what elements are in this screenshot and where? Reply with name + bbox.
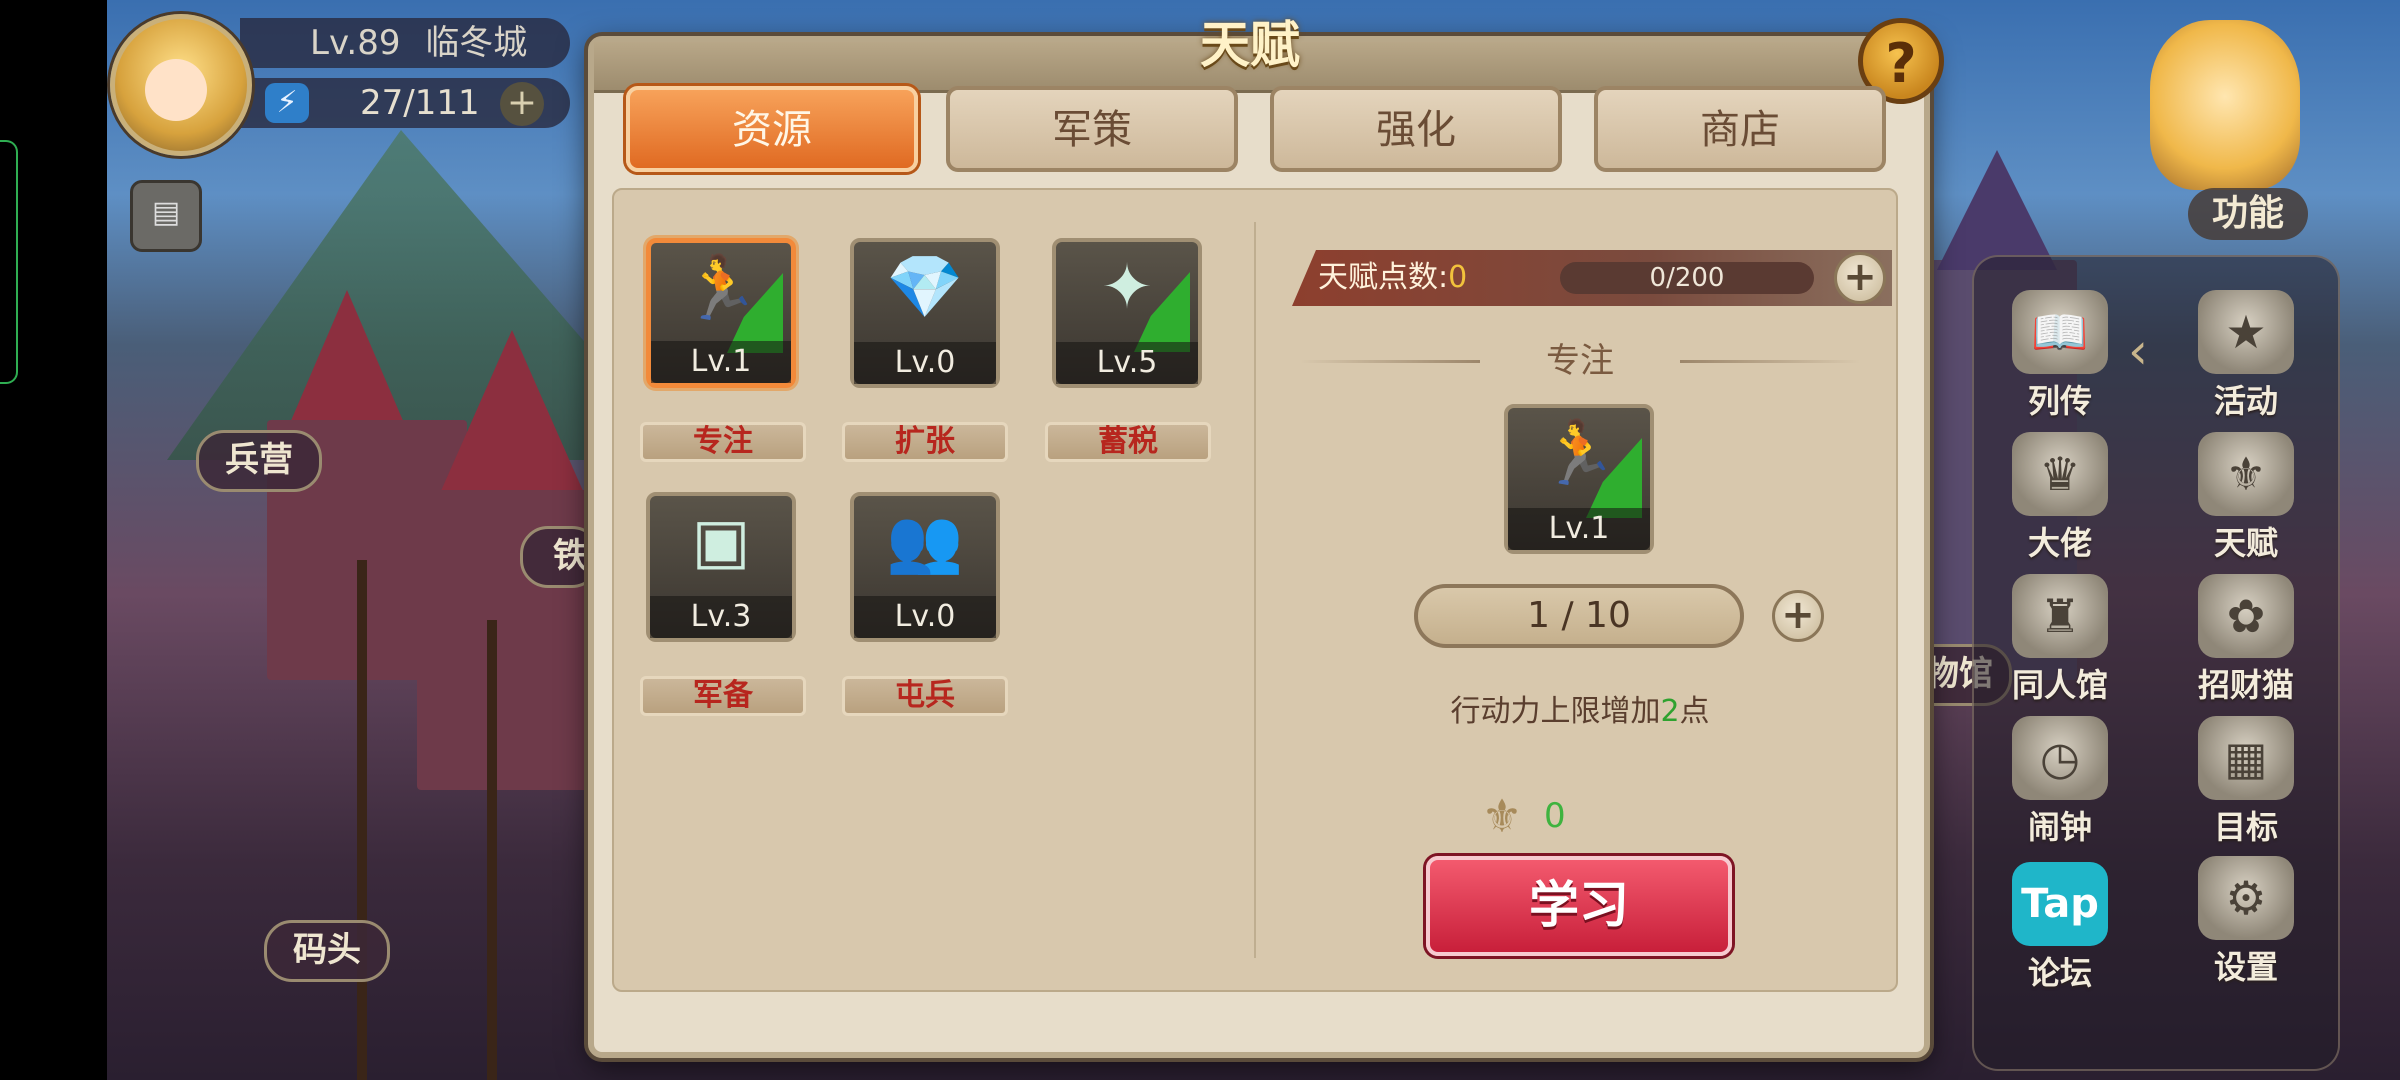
- mascot-girl[interactable]: [2150, 20, 2300, 190]
- ship-mast: [357, 560, 367, 1080]
- talent-slot-expand[interactable]: 💎 Lv.0: [850, 238, 1000, 388]
- player-level: Lv.89: [310, 23, 401, 63]
- func-item-boss[interactable]: ♛ 大佬: [1990, 432, 2130, 562]
- talent-cost-icon: ⚜: [1481, 789, 1523, 843]
- func-label: 大佬: [2027, 524, 2092, 562]
- func-label: 列传: [2027, 382, 2092, 420]
- talent-cost-value: 0: [1544, 796, 1566, 836]
- func-item-activity[interactable]: ★ 活动: [2176, 290, 2316, 420]
- tab-enhance[interactable]: 强化: [1270, 86, 1562, 172]
- roof-decoration: [1937, 150, 2057, 270]
- gear-icon: ⚙: [2198, 856, 2294, 940]
- func-item-settings[interactable]: ⚙ 设置: [2176, 856, 2316, 986]
- map-label-dock[interactable]: 码头: [264, 920, 390, 982]
- content-divider: [1254, 222, 1256, 958]
- crystals-icon: 💎: [886, 250, 964, 323]
- talent-level: Lv.3: [650, 596, 792, 638]
- edge-indicator: [0, 140, 18, 384]
- talent-name: 扩张: [842, 422, 1008, 462]
- add-level-button[interactable]: +: [1772, 590, 1824, 642]
- func-item-gallery[interactable]: ♜ 同人馆: [1990, 574, 2130, 704]
- talent-slot-focus[interactable]: 🏃 Lv.1: [646, 238, 796, 388]
- learn-button[interactable]: 学习: [1426, 856, 1732, 956]
- points-label-text: 天赋点数:: [1318, 260, 1449, 295]
- player-level-bar: Lv.89 临冬城: [240, 18, 570, 68]
- points-value: 0: [1448, 260, 1468, 295]
- tab-resources[interactable]: 资源: [626, 86, 918, 172]
- boss-icon: ♛: [2012, 432, 2108, 516]
- func-label: 目标: [2213, 808, 2278, 846]
- func-label: 闹钟: [2027, 808, 2092, 846]
- avatar-face: [145, 59, 207, 121]
- func-item-forum[interactable]: Tap 论坛: [1990, 862, 2130, 992]
- target-scroll-icon: ▦: [2198, 716, 2294, 800]
- detail-title: 专注: [1546, 341, 1614, 381]
- talent-slot-tax[interactable]: ✦ Lv.5: [1052, 238, 1202, 388]
- func-label: 论坛: [2027, 954, 2092, 992]
- talent-slot-armament[interactable]: ▣ Lv.3: [646, 492, 796, 642]
- desc-number: 2: [1660, 694, 1680, 729]
- talent-level: Lv.1: [651, 341, 791, 383]
- func-item-alarm[interactable]: ◷ 闹钟: [1990, 716, 2130, 846]
- talent-level: Lv.0: [854, 596, 996, 638]
- talent-name: 蓄税: [1045, 422, 1211, 462]
- add-energy-button[interactable]: +: [500, 82, 544, 126]
- talent-points-label: 天赋点数:0: [1318, 250, 1467, 306]
- points-progress: 0/200: [1560, 262, 1814, 294]
- tab-shop[interactable]: 商店: [1594, 86, 1886, 172]
- clock-icon: ◷: [2012, 716, 2108, 800]
- add-points-button[interactable]: +: [1834, 252, 1886, 304]
- func-label: 天赋: [2213, 524, 2278, 562]
- star-badge-icon: ★: [2198, 290, 2294, 374]
- castle-icon: ♜: [2012, 574, 2108, 658]
- energy-value: 27/111: [360, 83, 480, 123]
- running-figure-icon: 🏃: [682, 251, 760, 324]
- func-label: 同人馆: [2011, 666, 2108, 704]
- level-progress: 1 / 10: [1414, 584, 1744, 648]
- scroll-icon[interactable]: ▤: [130, 180, 202, 252]
- running-figure-icon: 🏃: [1540, 416, 1618, 489]
- func-label: 活动: [2213, 382, 2278, 420]
- map-label-barracks[interactable]: 兵营: [196, 430, 322, 492]
- player-city: 临冬城: [425, 23, 528, 63]
- detail-talent-icon: 🏃 Lv.1: [1504, 404, 1654, 554]
- player-avatar[interactable]: [110, 14, 252, 156]
- treasure-chest-icon: ▣: [691, 504, 751, 577]
- talent-description: 行动力上限增加2点: [1300, 686, 1860, 730]
- chevron-left-icon[interactable]: ‹: [2128, 322, 2148, 380]
- lucky-cat-icon: ✿: [2198, 574, 2294, 658]
- talent-name: 专注: [640, 422, 806, 462]
- func-item-lucky-cat[interactable]: ✿ 招财猫: [2176, 574, 2316, 704]
- talent-icon: ⚜: [2198, 432, 2294, 516]
- talent-name: 屯兵: [842, 676, 1008, 716]
- desc-suffix: 点: [1679, 694, 1710, 729]
- dialog-title: 天赋: [1200, 16, 1300, 74]
- taptap-icon: Tap: [2012, 862, 2108, 946]
- talent-level: Lv.0: [854, 342, 996, 384]
- function-title[interactable]: 功能: [2188, 188, 2308, 240]
- func-item-target[interactable]: ▦ 目标: [2176, 716, 2316, 846]
- talent-name: 军备: [640, 676, 806, 716]
- func-label: 设置: [2213, 948, 2278, 986]
- book-icon: 📖: [2012, 290, 2108, 374]
- detail-level: Lv.1: [1508, 508, 1650, 550]
- soldiers-icon: 👥: [886, 504, 964, 577]
- talent-level: Lv.5: [1056, 342, 1198, 384]
- talent-slot-garrison[interactable]: 👥 Lv.0: [850, 492, 1000, 642]
- coins-icon: ✦: [1101, 250, 1153, 323]
- func-item-talent[interactable]: ⚜ 天赋: [2176, 432, 2316, 562]
- desc-prefix: 行动力上限增加: [1450, 694, 1661, 729]
- tab-strategy[interactable]: 军策: [946, 86, 1238, 172]
- lightning-icon: ⚡: [265, 83, 309, 123]
- func-item-biography[interactable]: 📖 列传: [1990, 290, 2130, 420]
- ship-mast: [487, 620, 497, 1080]
- func-label: 招财猫: [2197, 666, 2294, 704]
